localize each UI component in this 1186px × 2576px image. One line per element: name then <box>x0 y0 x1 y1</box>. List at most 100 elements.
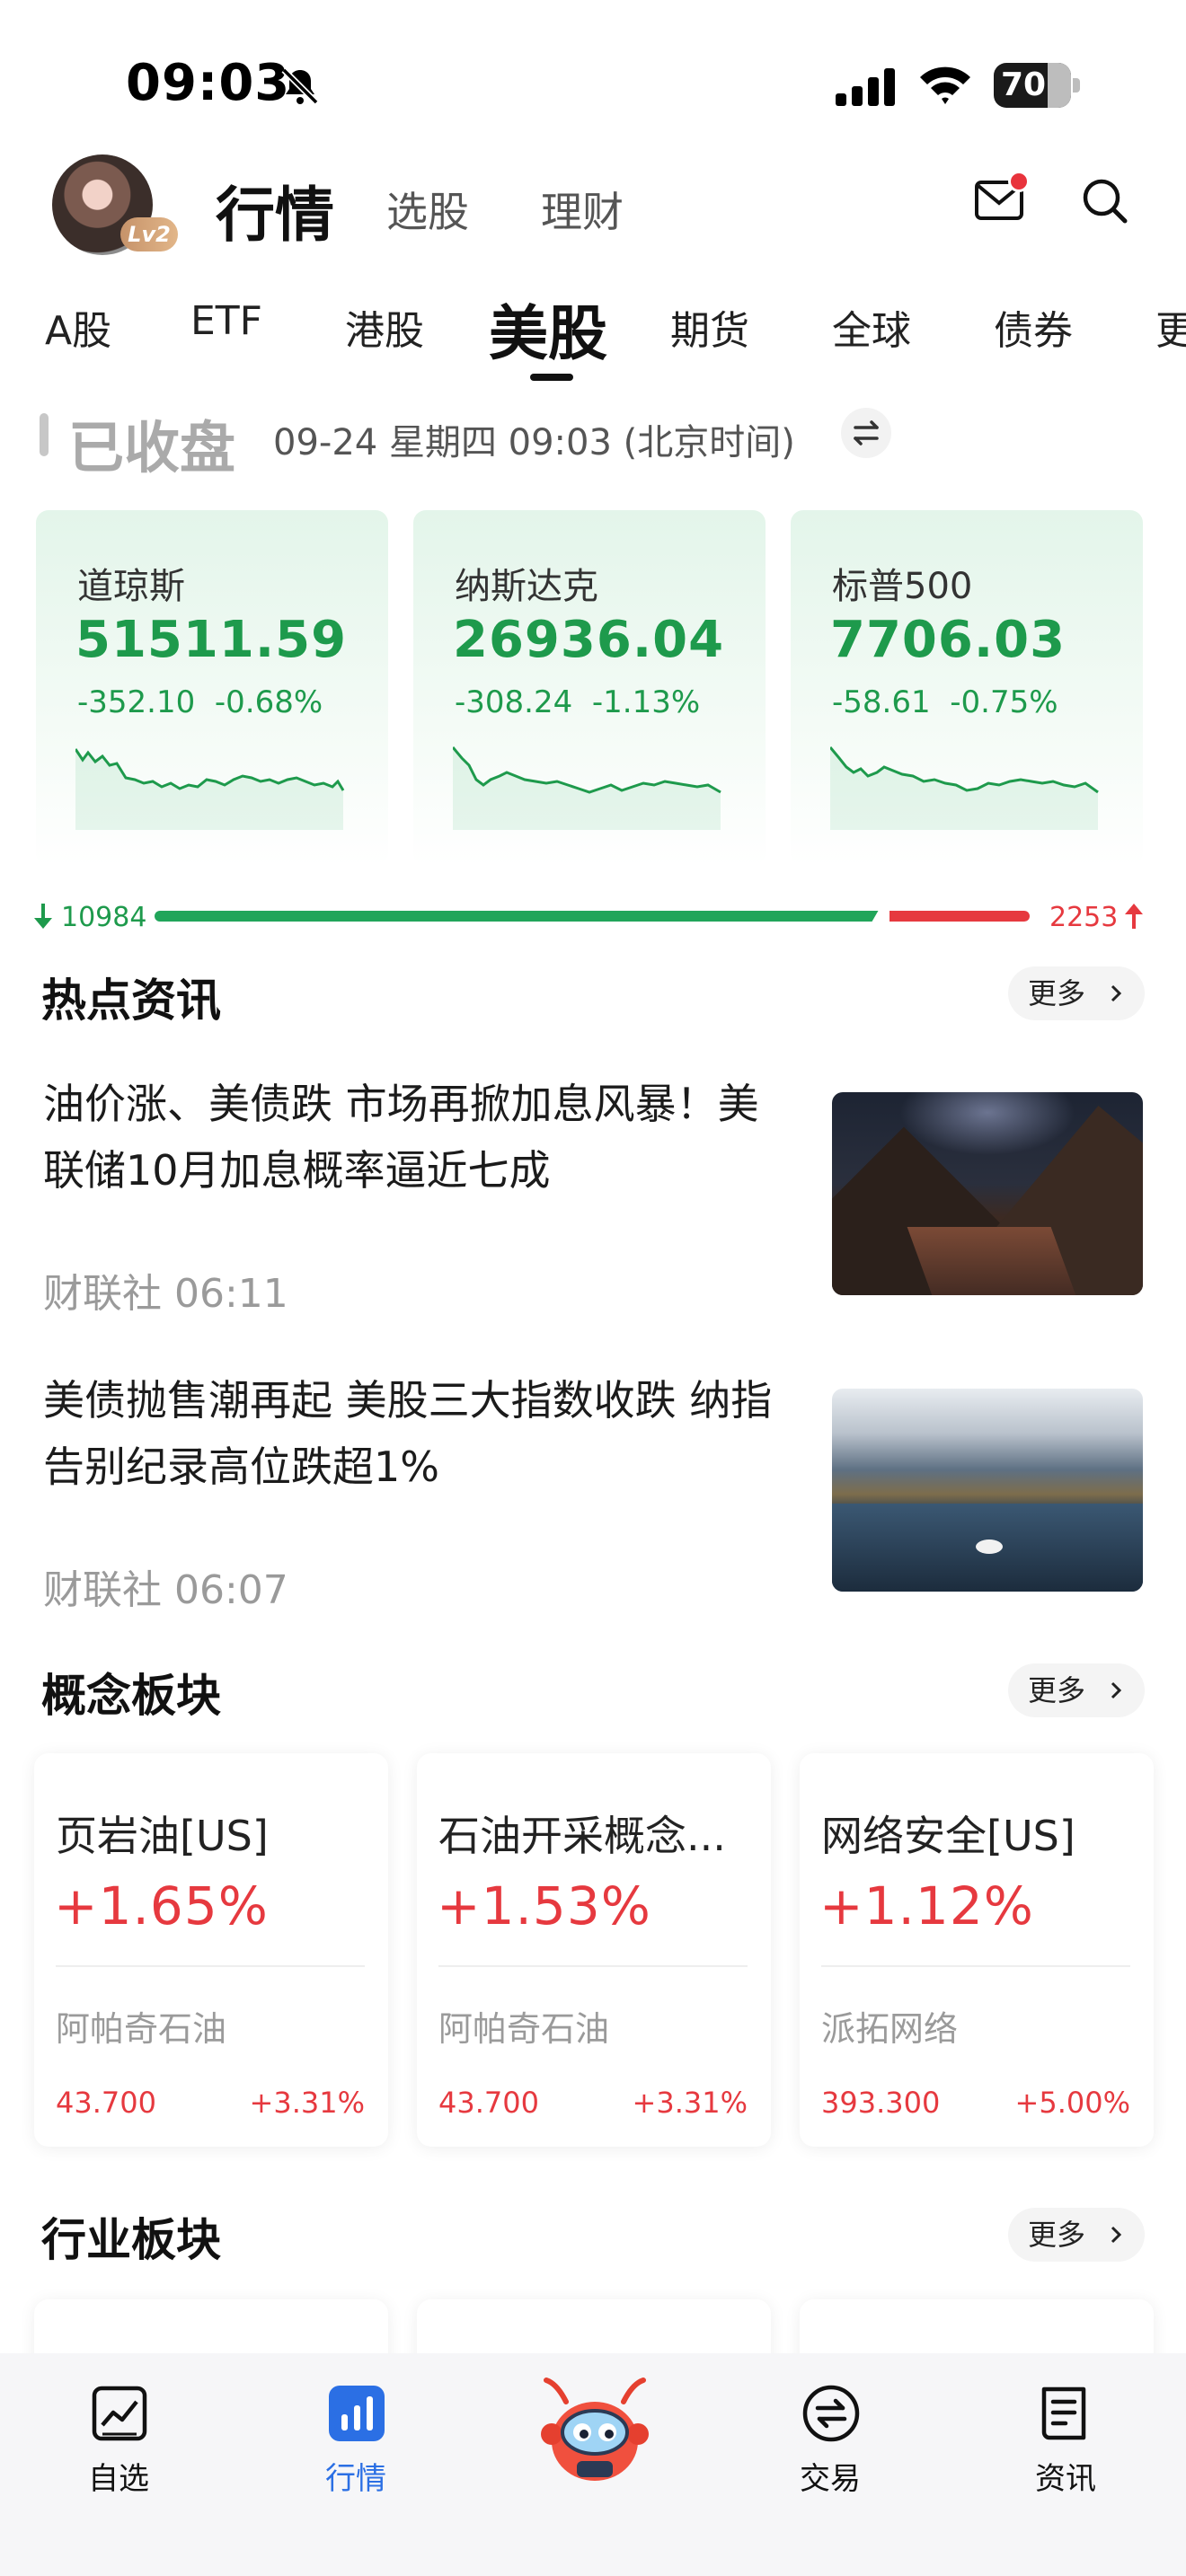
index-card-nasdaq[interactable]: 纳斯达克 26936.04 -308.24 -1.13% <box>413 510 766 866</box>
market-tab-a-share[interactable]: A股 <box>45 298 111 356</box>
market-tab-us[interactable]: 美股 <box>489 286 607 372</box>
lead-stock: 阿帕奇石油 <box>56 2009 227 2049</box>
block-change: +1.65% <box>54 1875 269 1936</box>
nav-news[interactable]: 资讯 <box>994 2384 1137 2501</box>
silent-bell-icon <box>281 67 319 105</box>
lead-stock-price: 393.300 <box>821 2086 941 2120</box>
index-change: -58.61 -0.75% <box>832 684 1058 720</box>
nav-label: 自选 <box>88 2461 149 2497</box>
concept-card[interactable]: 网络安全[US] +1.12% 派拓网络 393.300 +5.00% <box>800 1753 1154 2147</box>
wifi-icon <box>920 66 970 104</box>
index-name: 标普500 <box>832 566 973 607</box>
exchange-icon <box>802 2385 860 2442</box>
bar-chart-icon <box>329 2386 385 2441</box>
lead-stock-price: 43.700 <box>56 2086 156 2120</box>
lead-stock-price: 43.700 <box>438 2086 539 2120</box>
divider <box>56 1965 365 1967</box>
market-closed-label: 已收盘 <box>68 415 236 481</box>
lead-stock: 派拓网络 <box>821 2009 959 2049</box>
swap-icon <box>854 420 879 446</box>
hot-news-more-button[interactable]: 更多 <box>1008 966 1145 1020</box>
chevron-right-icon <box>1111 2226 1122 2244</box>
nav-trade[interactable]: 交易 <box>758 2384 902 2501</box>
app-screen: 09:03 70 Lv2 行情 选股 理财 A股 ETF 港股 美股 期货 全球… <box>0 0 1186 2576</box>
index-name: 道琼斯 <box>77 566 185 607</box>
concept-card[interactable]: 页岩油[US] +1.65% 阿帕奇石油 43.700 +3.31% <box>34 1753 388 2147</box>
index-card-sp500[interactable]: 标普500 7706.03 -58.61 -0.75% <box>791 510 1143 866</box>
active-tab-indicator <box>530 374 573 381</box>
unread-dot <box>1008 171 1030 192</box>
news-thumbnail[interactable] <box>832 1092 1143 1295</box>
status-time: 09:03 <box>126 54 291 112</box>
status-bar: 09:03 70 <box>0 0 1186 171</box>
index-value: 7706.03 <box>830 611 1067 669</box>
news-thumbnail[interactable] <box>832 1389 1143 1592</box>
level-badge: Lv2 <box>120 217 178 251</box>
market-timestamp: 09-24 星期四 09:03 (北京时间) <box>273 422 795 463</box>
block-name: 页岩油[US] <box>56 1812 269 1860</box>
battery-level: 70 <box>1001 66 1047 103</box>
block-change: +1.53% <box>437 1875 651 1936</box>
decliners-bar <box>155 911 881 922</box>
section-title-industry: 行业板块 <box>41 2214 221 2266</box>
index-value: 26936.04 <box>453 611 725 669</box>
industry-more-button[interactable]: 更多 <box>1008 2208 1145 2262</box>
nav-watchlist[interactable]: 自选 <box>47 2384 190 2501</box>
market-tab-bonds[interactable]: 债券 <box>994 298 1073 356</box>
divider <box>821 1965 1130 1967</box>
tab-stock-picker[interactable]: 选股 <box>386 180 469 239</box>
index-card-dow[interactable]: 道琼斯 51511.59 -352.10 -0.68% <box>36 510 388 866</box>
market-tab-more[interactable]: 更 <box>1155 298 1186 356</box>
concept-more-button[interactable]: 更多 <box>1008 1663 1145 1717</box>
news-icon <box>1041 2386 1086 2440</box>
news-item-title[interactable]: 美债抛售潮再起 美股三大指数收跌 纳指告别纪录高位跌超1% <box>43 1367 789 1500</box>
nav-market[interactable]: 行情 <box>284 2384 428 2501</box>
more-label: 更多 <box>1028 1673 1086 1707</box>
concept-card[interactable]: 石油开采概念... +1.53% 阿帕奇石油 43.700 +3.31% <box>417 1753 771 2147</box>
advancers-bar <box>890 911 1030 922</box>
chart-line-icon <box>92 2386 147 2441</box>
news-item-meta: 财联社 06:07 <box>43 1567 288 1613</box>
advancers-count: 2253 <box>1049 902 1119 933</box>
nav-label: 行情 <box>325 2461 386 2497</box>
decliners-count: 10984 <box>61 902 147 933</box>
index-sparkline <box>830 746 1099 830</box>
divider <box>438 1965 748 1967</box>
more-label: 更多 <box>1028 2218 1086 2252</box>
section-title-hot-news: 热点资讯 <box>41 975 221 1027</box>
section-title-concept: 概念板块 <box>41 1670 221 1722</box>
switch-timezone-button[interactable] <box>841 408 891 458</box>
market-tab-etf[interactable]: ETF <box>190 298 262 344</box>
index-value: 51511.59 <box>75 611 348 669</box>
market-tab-hk[interactable]: 港股 <box>345 298 424 356</box>
lead-stock-change: +5.00% <box>1014 2086 1130 2120</box>
lead-stock-change: +3.31% <box>249 2086 365 2120</box>
block-name: 网络安全[US] <box>821 1812 1075 1860</box>
lead-stock: 阿帕奇石油 <box>438 2009 610 2049</box>
tab-wealth[interactable]: 理财 <box>541 180 624 239</box>
mascot-icon[interactable] <box>535 2371 654 2490</box>
status-indicator <box>40 413 49 456</box>
index-change: -352.10 -0.68% <box>77 684 323 720</box>
arrow-down-icon <box>34 904 52 929</box>
tab-market[interactable]: 行情 <box>216 167 334 253</box>
index-change: -308.24 -1.13% <box>455 684 701 720</box>
block-change: +1.12% <box>819 1875 1034 1936</box>
chevron-right-icon <box>1111 1681 1122 1699</box>
lead-stock-change: +3.31% <box>632 2086 748 2120</box>
nav-label: 交易 <box>800 2461 861 2497</box>
index-sparkline <box>453 746 721 830</box>
news-item-meta: 财联社 06:11 <box>43 1271 288 1317</box>
market-tab-futures[interactable]: 期货 <box>670 298 749 356</box>
index-name: 纳斯达克 <box>455 566 598 607</box>
nav-label: 资讯 <box>1035 2461 1096 2497</box>
search-icon[interactable] <box>1080 176 1128 225</box>
news-item-title[interactable]: 油价涨、美债跌 市场再掀加息风暴！美联储10月加息概率逼近七成 <box>43 1071 789 1204</box>
more-label: 更多 <box>1028 976 1086 1010</box>
chevron-right-icon <box>1111 984 1122 1002</box>
cellular-signal-icon <box>836 68 895 106</box>
arrow-up-icon <box>1125 904 1143 929</box>
index-sparkline <box>75 748 345 830</box>
block-name: 石油开采概念... <box>438 1812 726 1860</box>
market-tab-global[interactable]: 全球 <box>832 298 911 356</box>
